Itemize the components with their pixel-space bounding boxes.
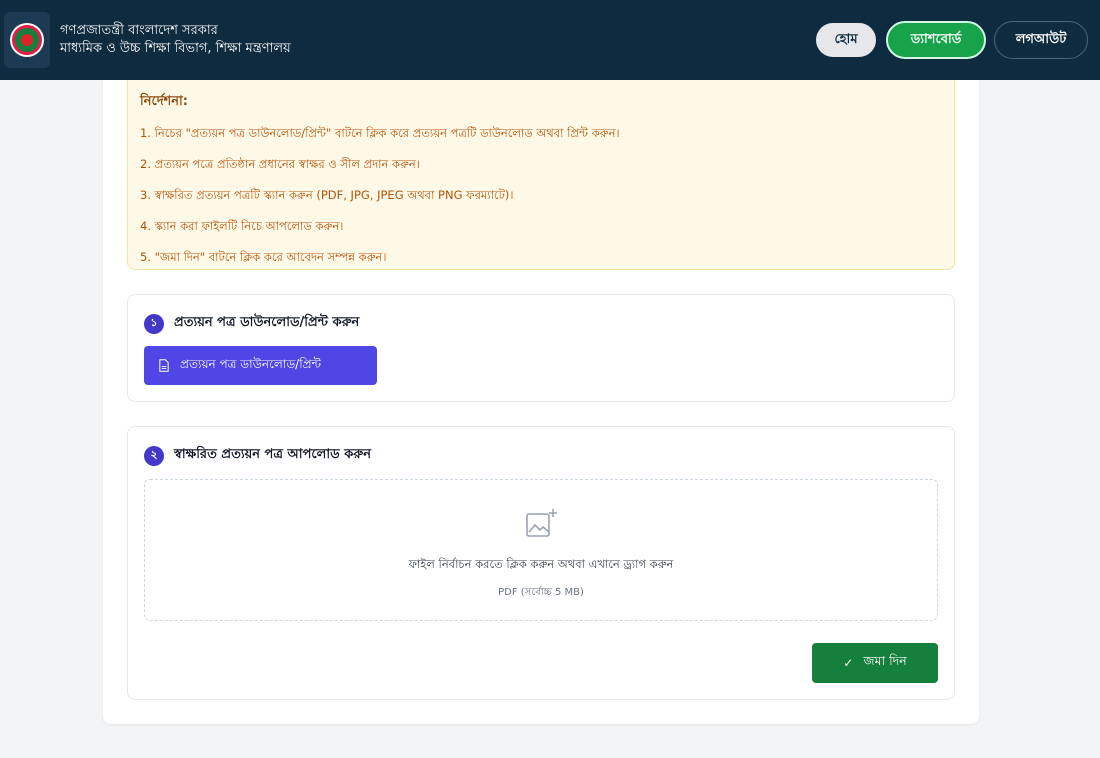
download-certificate-button[interactable]: প্রত্যয়ন পত্র ডাউনলোড/প্রিন্ট: [144, 346, 377, 385]
dashboard-button[interactable]: ড্যাশবোর্ড: [886, 21, 986, 59]
instructions-title: নির্দেশনা:: [140, 94, 188, 109]
step-download-card: ১ প্রত্যয়ন পত্র ডাউনলোড/প্রিন্ট করুন প্…: [127, 294, 955, 402]
org-department: মাধ্যমিক ও উচ্চ শিক্ষা বিভাগ, শিক্ষা মন্…: [60, 41, 291, 56]
document-icon: [159, 359, 169, 372]
brand-text: গণপ্রজাতন্ত্রী বাংলাদেশ সরকার মাধ্যমিক ও…: [60, 22, 291, 57]
submit-button[interactable]: ✓ জমা দিন: [812, 643, 938, 683]
step-title: প্রত্যয়ন পত্র ডাউনলোড/প্রিন্ট করুন: [174, 315, 360, 330]
download-button-label: প্রত্যয়ন পত্র ডাউনলোড/প্রিন্ট: [180, 356, 322, 371]
instructions-list: 1. নিচের "প্রত্যয়ন পত্র ডাউনলোড/প্রিন্ট…: [140, 125, 942, 268]
dropzone-instruction: ফাইল নির্বাচন করতে ক্লিক করুন অথবা এখানে…: [408, 557, 674, 571]
org-name: গণপ্রজাতন্ত্রী বাংলাদেশ সরকার: [60, 23, 218, 39]
instruction-item: 5. "জমা দিন" বাটনে ক্লিক করে আবেদন সম্পন…: [140, 250, 387, 264]
file-dropzone[interactable]: ফাইল নির্বাচন করতে ক্লিক করুন অথবা এখানে…: [144, 479, 938, 621]
instruction-item: 3. স্বাক্ষরিত প্রত্যয়ন পত্রটি স্ক্যান ক…: [140, 188, 514, 202]
check-icon: ✓: [843, 656, 854, 670]
government-seal-icon[interactable]: [4, 12, 50, 68]
top-nav: হোম ড্যাশবোর্ড লগআউট: [814, 21, 1088, 59]
instruction-item: 2. প্রত্যয়ন পত্রে প্রতিষ্ঠান প্রধানের স…: [140, 157, 420, 171]
home-button[interactable]: হোম: [814, 21, 878, 59]
main-card: নির্দেশনা: 1. নিচের "প্রত্যয়ন পত্র ডাউন…: [103, 80, 979, 724]
step-number-badge: ২: [144, 445, 164, 466]
step-header: ২ স্বাক্ষরিত প্রত্যয়ন পত্র আপলোড করুন: [144, 445, 371, 466]
logout-button[interactable]: লগআউট: [994, 21, 1088, 59]
instruction-item: 1. নিচের "প্রত্যয়ন পত্র ডাউনলোড/প্রিন্ট…: [140, 126, 620, 140]
top-header: গণপ্রজাতন্ত্রী বাংলাদেশ সরকার মাধ্যমিক ও…: [0, 0, 1100, 80]
dropzone-file-limit: PDF (সর্বোচ্চ 5 MB): [498, 587, 584, 598]
image-add-icon: [526, 509, 557, 537]
step-header: ১ প্রত্যয়ন পত্র ডাউনলোড/প্রিন্ট করুন: [144, 313, 359, 334]
instructions-box: নির্দেশনা: 1. নিচের "প্রত্যয়ন পত্র ডাউন…: [127, 80, 955, 270]
step-upload-card: ২ স্বাক্ষরিত প্রত্যয়ন পত্র আপলোড করুন ফ…: [127, 426, 955, 700]
step-number-badge: ১: [144, 313, 164, 334]
submit-button-label: জমা দিন: [863, 653, 907, 668]
instruction-item: 4. স্ক্যান করা ফাইলটি নিচে আপলোড করুন।: [140, 219, 344, 233]
step-title: স্বাক্ষরিত প্রত্যয়ন পত্র আপলোড করুন: [174, 447, 372, 462]
